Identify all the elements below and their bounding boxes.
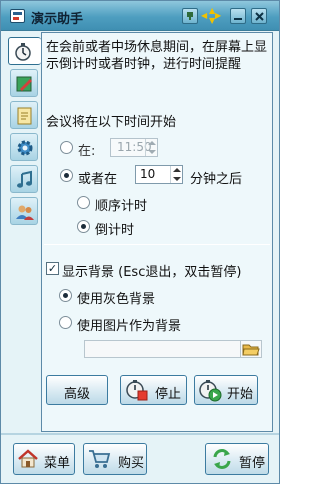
minimize-button[interactable]	[230, 8, 246, 24]
count-down-radio[interactable]	[77, 220, 90, 233]
close-button[interactable]	[251, 8, 267, 24]
minutes-field[interactable]: 10	[135, 165, 183, 184]
tab-users[interactable]	[10, 197, 38, 225]
gray-background-label: 使用灰色背景	[77, 292, 156, 307]
after-minutes-suffix: 分钟之后	[190, 172, 243, 187]
image-path-input[interactable]	[84, 340, 262, 358]
users-icon	[16, 205, 34, 220]
tab-strip	[1, 32, 41, 432]
feature-description: 在会前或者中场休息期间，在屏幕上显示倒计时或者时钟，进行时间提醒	[46, 40, 268, 72]
home-icon	[18, 449, 38, 468]
refresh-icon	[213, 449, 231, 469]
minutes-value: 10	[140, 167, 156, 181]
pin-icon[interactable]	[182, 8, 198, 24]
menu-label: 菜单	[44, 456, 71, 471]
start-time-field[interactable]: 11:50	[110, 138, 158, 157]
start-button[interactable]: 开始	[194, 375, 258, 405]
buy-button[interactable]: 购买	[83, 443, 147, 475]
count-up-label: 顺序计时	[95, 199, 148, 214]
app-icon	[10, 9, 25, 23]
notepad-icon	[17, 107, 32, 125]
tab-music[interactable]	[10, 165, 38, 193]
advanced-button[interactable]: 高级	[46, 375, 108, 405]
image-background-label: 使用图片作为背景	[77, 319, 182, 334]
music-note-icon	[17, 170, 32, 188]
title-bar[interactable]: 演示助手 ▲ ◀ ▶ ▼	[1, 1, 279, 31]
stopwatch-icon	[15, 43, 31, 61]
shopping-cart-icon	[89, 450, 111, 468]
start-section-label: 会议将在以下时间开始	[46, 115, 177, 130]
time-spinner-icon[interactable]	[145, 139, 157, 156]
advanced-label: 高级	[64, 387, 91, 402]
tab-timer[interactable]	[8, 37, 41, 65]
stop-timer-icon	[126, 380, 148, 401]
pause-label: 暂停	[239, 456, 266, 471]
after-minutes-prefix: 或者在	[78, 172, 118, 187]
gray-background-radio[interactable]	[59, 289, 72, 302]
pause-button[interactable]: 暂停	[205, 443, 269, 475]
show-background-checkbox[interactable]: ✓	[46, 262, 59, 275]
at-time-label: 在:	[78, 144, 96, 159]
pen-icon	[16, 76, 32, 92]
folder-icon	[242, 344, 260, 356]
tab-notes[interactable]	[10, 101, 38, 129]
image-background-radio[interactable]	[59, 316, 72, 329]
tab-settings[interactable]	[10, 133, 38, 161]
start-label: 开始	[227, 387, 254, 402]
stop-button[interactable]: 停止	[120, 375, 187, 405]
at-time-radio[interactable]	[60, 141, 73, 154]
stop-label: 停止	[155, 387, 182, 402]
app-window: 演示助手 ▲ ◀ ▶ ▼ 在会前或者中场休息期间，在屏幕上显示倒计时或者时钟，进…	[0, 0, 280, 484]
browse-folder-button[interactable]	[240, 340, 262, 358]
window-title: 演示助手	[31, 12, 84, 27]
section-divider	[44, 244, 270, 245]
move-arrows-icon[interactable]: ▲ ◀ ▶ ▼	[201, 7, 223, 25]
menu-button[interactable]: 菜单	[13, 443, 75, 475]
footer-separator	[1, 433, 279, 435]
count-down-label: 倒计时	[95, 223, 135, 238]
timer-panel: 在会前或者中场休息期间，在屏幕上显示倒计时或者时钟，进行时间提醒 会议将在以下时…	[41, 32, 273, 432]
count-up-radio[interactable]	[77, 196, 90, 209]
after-minutes-radio[interactable]	[60, 169, 73, 182]
gear-icon	[17, 140, 33, 156]
show-background-label: 显示背景 (Esc退出，双击暂停)	[62, 265, 242, 280]
start-timer-icon	[199, 380, 222, 402]
minutes-spinner-icon[interactable]	[170, 166, 182, 183]
buy-label: 购买	[118, 456, 145, 471]
tab-pen[interactable]	[10, 69, 38, 97]
